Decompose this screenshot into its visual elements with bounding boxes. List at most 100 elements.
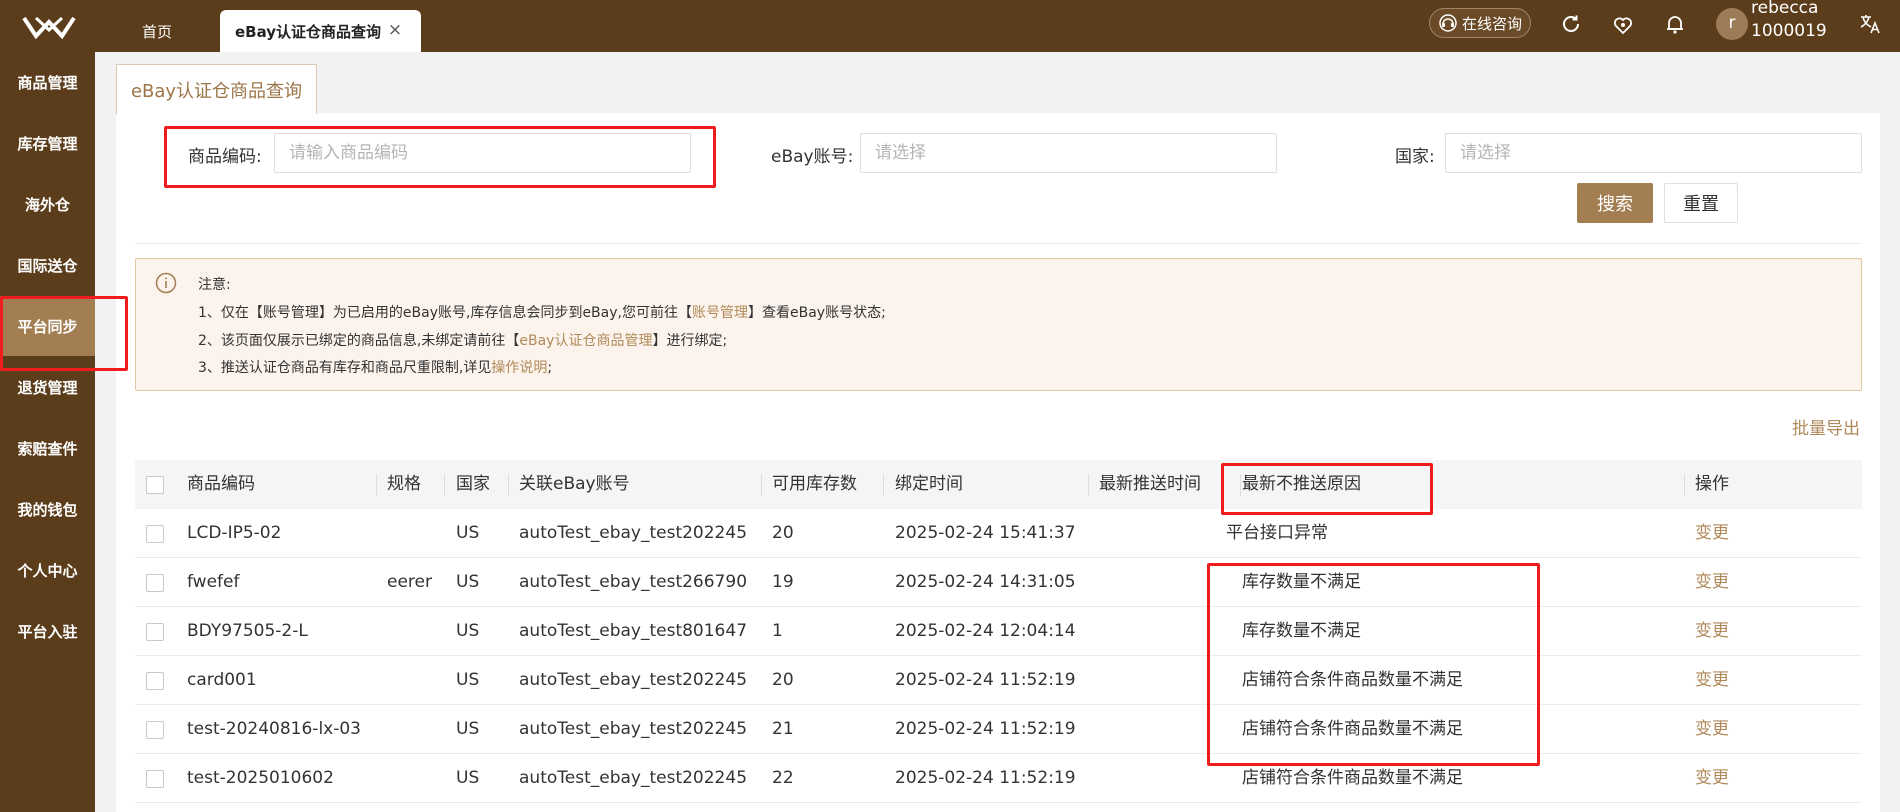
close-icon[interactable]: × xyxy=(387,22,403,39)
sidebar: 商品管理 库存管理 海外仓 国际送仓 平台同步 退货管理 索赔查件 我的钱包 个… xyxy=(0,52,95,812)
sidebar-item-international-shipping[interactable]: 国际送仓 xyxy=(0,235,95,295)
cell-available-stock: 20 xyxy=(772,523,794,543)
sidebar-item-label: 索赔查件 xyxy=(17,439,78,458)
notice-line-2: 2、该页面仅展示已绑定的商品信息,未绑定请前往【eBay认证仓商品管理】进行绑定… xyxy=(198,330,727,350)
cell-bind-time: 2025-02-24 11:52:19 xyxy=(895,768,1076,788)
sidebar-item-returns[interactable]: 退货管理 xyxy=(0,357,95,417)
table-row: card001 US autoTest_ebay_test202245 20 2… xyxy=(135,656,1862,705)
notice-line-1-prefix: 1、仅在【账号管理】为已启用的eBay账号,库存信息会同步到eBay,您可前往【 xyxy=(198,305,692,321)
tab-home[interactable]: 首页 xyxy=(126,10,188,52)
cell-country: US xyxy=(456,621,480,641)
notice-line-3-prefix: 3、推送认证仓商品有库存和商品尺重限制,详见 xyxy=(198,360,492,376)
notice-line-3-suffix: ; xyxy=(547,360,553,376)
cell-product-code: test-2025010602 xyxy=(187,768,334,788)
sidebar-item-wallet[interactable]: 我的钱包 xyxy=(0,479,95,539)
cell-available-stock: 20 xyxy=(772,670,794,690)
header-ebay-account[interactable]: 关联eBay账号 xyxy=(519,460,630,509)
header-product-code[interactable]: 商品编码 xyxy=(187,460,255,509)
cell-available-stock: 22 xyxy=(772,768,794,788)
feedback-icon[interactable] xyxy=(1611,12,1635,36)
cell-no-push-reason: 店铺符合条件商品数量不满足 xyxy=(1242,670,1463,690)
divider xyxy=(135,243,1862,244)
change-link[interactable]: 变更 xyxy=(1695,509,1729,557)
country-label: 国家: xyxy=(1395,147,1435,167)
cell-product-code: LCD-IP5-02 xyxy=(187,523,282,543)
notice-line-2-prefix: 2、该页面仅展示已绑定的商品信息,未绑定请前往【 xyxy=(198,333,520,349)
page-tab-label: eBay认证仓商品查询 xyxy=(130,80,303,102)
sidebar-item-label: 个人中心 xyxy=(17,561,78,580)
sidebar-item-platform-sync[interactable]: 平台同步 xyxy=(0,296,95,356)
cell-ebay-account: autoTest_ebay_test202245 xyxy=(519,719,748,739)
row-checkbox[interactable] xyxy=(146,525,164,543)
change-link[interactable]: 变更 xyxy=(1695,754,1729,802)
notice-line-1: 1、仅在【账号管理】为已启用的eBay账号,库存信息会同步到eBay,您可前往【… xyxy=(198,302,886,322)
sidebar-item-platform-onboarding[interactable]: 平台入驻 xyxy=(0,601,95,661)
reset-button[interactable]: 重置 xyxy=(1664,183,1738,223)
ebay-product-management-link[interactable]: eBay认证仓商品管理 xyxy=(519,333,652,349)
avatar[interactable]: r xyxy=(1716,8,1748,40)
change-link[interactable]: 变更 xyxy=(1695,558,1729,606)
page-tab[interactable]: eBay认证仓商品查询 xyxy=(116,64,317,114)
header-bind-time[interactable]: 绑定时间 xyxy=(895,460,963,509)
sidebar-item-label: 海外仓 xyxy=(24,195,70,214)
tab-home-label: 首页 xyxy=(141,22,172,41)
row-checkbox[interactable] xyxy=(146,770,164,788)
row-checkbox[interactable] xyxy=(146,721,164,739)
sidebar-item-label: 我的钱包 xyxy=(17,500,78,519)
header-available-stock[interactable]: 可用库存数 xyxy=(772,460,857,509)
cell-ebay-account: autoTest_ebay_test266790 xyxy=(519,572,748,592)
header-spec[interactable]: 规格 xyxy=(387,460,421,509)
search-button[interactable]: 搜索 xyxy=(1577,183,1653,223)
sidebar-item-product[interactable]: 商品管理 xyxy=(0,52,95,112)
row-checkbox[interactable] xyxy=(146,672,164,690)
cell-product-code: card001 xyxy=(187,670,257,690)
row-checkbox[interactable] xyxy=(146,623,164,641)
header-separator xyxy=(376,474,377,496)
cell-country: US xyxy=(456,572,480,592)
sidebar-item-inventory[interactable]: 库存管理 xyxy=(0,113,95,173)
batch-export-link[interactable]: 批量导出 xyxy=(1792,414,1860,439)
cell-bind-time: 2025-02-24 11:52:19 xyxy=(895,670,1076,690)
cell-product-code: fwefef xyxy=(187,572,240,592)
notice-line-3: 3、推送认证仓商品有库存和商品尺重限制,详见操作说明; xyxy=(198,357,552,377)
cell-country: US xyxy=(456,719,480,739)
cell-available-stock: 1 xyxy=(772,621,783,641)
brand-logo[interactable] xyxy=(22,14,76,40)
cell-bind-time: 2025-02-24 15:41:37 xyxy=(895,523,1076,543)
tab-ebay-query[interactable]: eBay认证仓商品查询 × xyxy=(220,10,421,52)
user-info[interactable]: rebecca 1000019 xyxy=(1751,0,1827,42)
cell-bind-time: 2025-02-24 12:04:14 xyxy=(895,621,1076,641)
cell-no-push-reason: 店铺符合条件商品数量不满足 xyxy=(1242,719,1463,739)
cell-ebay-account: autoTest_ebay_test202245 xyxy=(519,768,748,788)
cell-no-push-reason: 店铺符合条件商品数量不满足 xyxy=(1242,768,1463,788)
row-checkbox[interactable] xyxy=(146,574,164,592)
cell-no-push-reason: 平台接口异常 xyxy=(1226,523,1328,543)
table-row: BDY97505-2-L US autoTest_ebay_test801647… xyxy=(135,607,1862,656)
refresh-icon[interactable] xyxy=(1559,12,1583,36)
account-management-link[interactable]: 账号管理 xyxy=(692,305,748,321)
product-code-input[interactable]: 请输入商品编码 xyxy=(274,133,691,173)
header-latest-push-time[interactable]: 最新推送时间 xyxy=(1099,460,1201,509)
cell-country: US xyxy=(456,768,480,788)
header-latest-no-push-reason[interactable]: 最新不推送原因 xyxy=(1242,460,1361,509)
sidebar-item-claims[interactable]: 索赔查件 xyxy=(0,418,95,478)
change-link[interactable]: 变更 xyxy=(1695,656,1729,704)
header-separator xyxy=(883,474,884,496)
avatar-letter: r xyxy=(1728,13,1736,33)
sidebar-item-label: 平台入驻 xyxy=(17,622,78,641)
language-icon[interactable] xyxy=(1858,12,1882,36)
bell-icon[interactable] xyxy=(1663,12,1687,36)
country-select[interactable]: 请选择 xyxy=(1445,133,1862,173)
change-link[interactable]: 变更 xyxy=(1695,607,1729,655)
header-separator xyxy=(1088,474,1089,496)
sidebar-item-overseas-warehouse[interactable]: 海外仓 xyxy=(0,174,95,234)
top-bar: 首页 eBay认证仓商品查询 × 在线咨询 r rebecca 1000019 xyxy=(0,0,1900,52)
sidebar-item-personal-center[interactable]: 个人中心 xyxy=(0,540,95,600)
online-consult-button[interactable]: 在线咨询 xyxy=(1429,8,1531,38)
cell-ebay-account: autoTest_ebay_test202245 xyxy=(519,523,748,543)
select-all-checkbox[interactable] xyxy=(146,476,164,494)
instructions-link[interactable]: 操作说明 xyxy=(491,360,547,376)
change-link[interactable]: 变更 xyxy=(1695,705,1729,753)
header-country[interactable]: 国家 xyxy=(456,460,490,509)
ebay-account-select[interactable]: 请选择 xyxy=(860,133,1277,173)
